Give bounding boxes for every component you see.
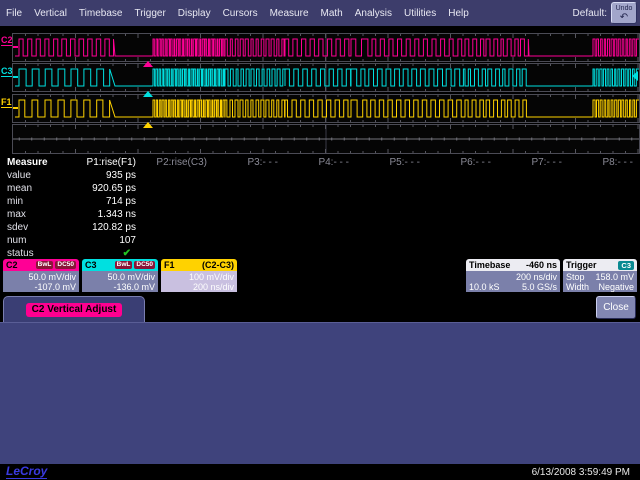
f1-descriptor-id: F1: [164, 260, 175, 270]
measure-col-p6[interactable]: P6:- - -: [425, 156, 496, 169]
trigger-level: 158.0 mV: [595, 272, 634, 282]
trigger-slope: Negative: [598, 282, 634, 292]
measure-table: Measure P1:rise(F1) P2:rise(C3) P3:- - -…: [0, 156, 640, 260]
measure-row-num: num: [0, 234, 70, 247]
f1-waveform[interactable]: [13, 95, 639, 122]
measure-col-p1[interactable]: P1:rise(F1): [70, 156, 141, 169]
close-button[interactable]: Close: [596, 296, 636, 319]
timebase-samples: 10.0 kS: [469, 282, 500, 292]
datetime: 6/13/2008 3:59:49 PM: [532, 467, 630, 478]
trigger-level-marker[interactable]: [632, 71, 638, 81]
f1-descriptor[interactable]: F1 (C2-C3) 100 mV/div 200 ns/div: [161, 259, 237, 292]
lecroy-logo: LeCroy: [6, 465, 47, 479]
f1-source: (C2-C3): [202, 260, 234, 270]
p1-value: 935 ps: [70, 169, 141, 182]
empty-grid-axis: [13, 125, 639, 153]
menu-trigger[interactable]: Trigger: [128, 8, 171, 19]
c2-offset: -107.0 mV: [6, 282, 76, 292]
timebase-tdiv: 200 ns/div: [469, 272, 557, 282]
c2-waveform[interactable]: [13, 34, 639, 61]
f1-grid: [12, 94, 640, 123]
c3-descriptor-id: C3: [85, 260, 97, 270]
status-bar: LeCroy 6/13/2008 3:59:49 PM: [0, 464, 640, 480]
measure-col-p7[interactable]: P7:- - -: [496, 156, 567, 169]
menu-cursors[interactable]: Cursors: [217, 8, 264, 19]
measure-col-p8[interactable]: P8:- - -: [567, 156, 638, 169]
measure-title: Measure: [0, 156, 70, 169]
timebase-rate: 5.0 GS/s: [522, 282, 557, 292]
f1-vdiv: 100 mV/div: [164, 272, 234, 282]
menu-math[interactable]: Math: [315, 8, 349, 19]
dialog-tab-row: C2 Vertical Adjust Close: [0, 293, 640, 322]
measure-col-p2[interactable]: P2:rise(C3): [141, 156, 212, 169]
undo-icon: ↶: [612, 13, 636, 22]
c2-descriptor-id: C2: [6, 260, 18, 270]
timebase-delay: -460 ns: [526, 260, 557, 270]
measure-row-sdev: sdev: [0, 221, 70, 234]
trace-label-f1[interactable]: F1: [1, 97, 12, 108]
trace-label-c2[interactable]: C2: [1, 35, 13, 46]
c2-grid: [12, 33, 640, 62]
timebase-title: Timebase: [469, 260, 510, 270]
menu-display[interactable]: Display: [172, 8, 217, 19]
measure-row-mean: mean: [0, 182, 70, 195]
menu-vertical[interactable]: Vertical: [28, 8, 73, 19]
c3-descriptor[interactable]: C3 BwL DC50 50.0 mV/div -136.0 mV: [82, 259, 158, 292]
c3-waveform[interactable]: [13, 64, 639, 91]
p1-mean: 920.65 ps: [70, 182, 141, 195]
p1-sdev: 120.82 ps: [70, 221, 141, 234]
measure-col-p3[interactable]: P3:- - -: [212, 156, 283, 169]
c3-grid: [12, 63, 640, 92]
p1-num: 107: [70, 234, 141, 247]
menu-help[interactable]: Help: [442, 8, 475, 19]
trigger-title: Trigger: [566, 260, 597, 270]
tab-label: C2 Vertical Adjust: [26, 303, 123, 317]
menu-measure[interactable]: Measure: [264, 8, 315, 19]
menu-bar: File Vertical Timebase Trigger Display C…: [0, 0, 640, 26]
c3-bwl-badge: BwL: [115, 261, 133, 269]
c2-descriptor[interactable]: C2 BwL DC50 50.0 mV/div -107.0 mV: [3, 259, 79, 292]
oscilloscope-screen: File Vertical Timebase Trigger Display C…: [0, 0, 640, 480]
p1-min: 714 ps: [70, 195, 141, 208]
p1-max: 1.343 ns: [70, 208, 141, 221]
undo-button[interactable]: Undo ↶: [611, 2, 637, 24]
trace-label-c3[interactable]: C3: [1, 66, 13, 77]
c2-trigger-position-marker[interactable]: [143, 61, 153, 67]
measure-row-max: max: [0, 208, 70, 221]
f1-trigger-position-marker[interactable]: [143, 122, 153, 128]
measure-col-p5[interactable]: P5:- - -: [354, 156, 425, 169]
c3-vdiv: 50.0 mV/div: [85, 272, 155, 282]
measure-col-p4[interactable]: P4:- - -: [283, 156, 354, 169]
c3-trigger-position-marker[interactable]: [143, 91, 153, 97]
trigger-source-badge: C3: [618, 261, 634, 270]
c3-dc50-badge: DC50: [134, 261, 155, 269]
menu-timebase[interactable]: Timebase: [73, 8, 129, 19]
tab-c2-vertical-adjust[interactable]: C2 Vertical Adjust: [3, 296, 145, 322]
c2-vertical-adjust-dialog: Trace On ✔ Volts/div 50.0 mV Variable Ga…: [0, 322, 640, 464]
trigger-type: Width: [566, 282, 589, 292]
c2-vdiv: 50.0 mV/div: [6, 272, 76, 282]
measure-row-min: min: [0, 195, 70, 208]
measure-row-value: value: [0, 169, 70, 182]
empty-grid: [12, 124, 640, 154]
f1-tdiv: 200 ns/div: [164, 282, 234, 292]
menu-utilities[interactable]: Utilities: [398, 8, 442, 19]
trigger-descriptor[interactable]: Trigger C3 Stop 158.0 mV Width Negative: [563, 259, 637, 292]
menu-analysis[interactable]: Analysis: [349, 8, 398, 19]
c2-bwl-badge: BwL: [36, 261, 54, 269]
timebase-descriptor[interactable]: Timebase -460 ns 200 ns/div 10.0 kS 5.0 …: [466, 259, 560, 292]
c2-dc50-badge: DC50: [55, 261, 76, 269]
default-label: Default:: [573, 8, 607, 19]
trigger-mode: Stop: [566, 272, 585, 282]
menu-file[interactable]: File: [0, 8, 28, 19]
c3-offset: -136.0 mV: [85, 282, 155, 292]
